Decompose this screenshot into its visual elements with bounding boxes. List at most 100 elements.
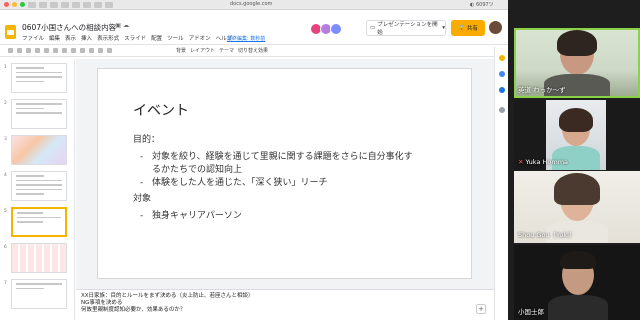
account-avatar[interactable]: [489, 21, 502, 34]
participant-body: [548, 295, 608, 320]
menu-tools[interactable]: ツール: [167, 34, 184, 42]
browser-tab[interactable]: [94, 1, 102, 8]
menu-slide[interactable]: スライド: [124, 34, 146, 42]
present-label: プレゼンテーションを開始: [377, 22, 438, 36]
menu-view[interactable]: 表示: [65, 34, 76, 42]
browser-tab[interactable]: [105, 1, 113, 8]
browser-tab[interactable]: [72, 1, 80, 8]
slide-thumbnail[interactable]: 7: [0, 279, 75, 309]
menu-file[interactable]: ファイル: [22, 34, 44, 42]
participant-name: Yuka Homma: [525, 158, 569, 166]
zoom-icon[interactable]: [53, 48, 58, 53]
redo-icon[interactable]: [26, 48, 31, 53]
menu-format[interactable]: 表示形式: [97, 34, 119, 42]
browser-tab[interactable]: [28, 1, 36, 8]
menu-insert[interactable]: 挿入: [81, 34, 92, 42]
goal-label: 目的：: [133, 135, 161, 145]
toolbar-theme[interactable]: テーマ: [219, 47, 234, 54]
menu-addons[interactable]: アドオン: [189, 34, 211, 42]
slides-logo-icon[interactable]: [5, 25, 16, 39]
thumbnail-preview: [11, 99, 67, 129]
textbox-icon[interactable]: [71, 48, 76, 53]
document-title[interactable]: 0607小国さんへの相談内容: [22, 22, 116, 33]
tasks-icon[interactable]: [499, 71, 505, 77]
paint-format-icon[interactable]: [44, 48, 49, 53]
share-button[interactable]: 🔒 共有: [451, 20, 485, 36]
bullet-item: - 体験をした人を通じた、「深く狭い」リーチ: [140, 177, 453, 190]
bullet-line: るかたちでの認知向上: [152, 165, 243, 175]
undo-icon[interactable]: [17, 48, 22, 53]
toolbar-transition[interactable]: 切り替え効果: [238, 47, 268, 54]
add-slide-icon[interactable]: [8, 48, 13, 53]
browser-tab[interactable]: [61, 1, 69, 8]
slide-thumbnail[interactable]: 3: [0, 135, 75, 165]
slide-thumbnail-active[interactable]: 5: [0, 207, 75, 237]
cloud-status-icon[interactable]: ☁: [123, 22, 131, 29]
video-tile[interactable]: ✕ Yuka Homma: [514, 100, 640, 170]
comment-icon[interactable]: [107, 48, 112, 53]
browser-tab[interactable]: [39, 1, 47, 8]
image-icon[interactable]: [80, 48, 85, 53]
slide-number: 7: [4, 281, 7, 286]
address-bar[interactable]: docs.google.com: [230, 1, 272, 7]
close-window-button[interactable]: [4, 2, 9, 7]
slide-canvas: イベント 目的： - 対象を絞り、経験を通じて里親に関する課題をさらに自分事化す…: [76, 59, 494, 289]
bullet-text: 対象を絞り、経験を通じて里親に関する課題をさらに自分事化す るかたちでの認知向上: [152, 151, 413, 177]
bullet-marker: -: [140, 211, 144, 221]
add-icon[interactable]: [499, 107, 505, 113]
participant-hair: [554, 173, 600, 205]
last-edit-link[interactable]: 最終編集: 数秒前: [227, 35, 265, 42]
bullet-marker: -: [140, 152, 144, 162]
notes-line: XX日家族：目的とルールをまず決める（炎上防止、若座さんと相談）: [81, 293, 254, 299]
thumbnail-preview: [11, 171, 67, 201]
lock-icon: 🔒: [458, 25, 465, 31]
share-label: 共有: [466, 26, 478, 32]
shape-icon[interactable]: [89, 48, 94, 53]
keep-icon[interactable]: [499, 55, 505, 61]
current-slide[interactable]: イベント 目的： - 対象を絞り、経験を通じて里親に関する課題をさらに自分事化す…: [97, 68, 472, 279]
browser-tab[interactable]: [50, 1, 58, 8]
menu-arrange[interactable]: 配置: [151, 34, 162, 42]
avatar[interactable]: [330, 23, 342, 35]
print-icon[interactable]: [35, 48, 40, 53]
chevron-down-icon[interactable]: ▾: [442, 25, 445, 31]
slide-thumbnail[interactable]: 6: [0, 243, 75, 273]
toolbar-background[interactable]: 背景: [176, 47, 186, 54]
thumbnail-preview: [11, 207, 67, 237]
slide-thumbnail[interactable]: 1: [0, 63, 75, 93]
thumbnail-preview: [11, 63, 67, 93]
tab-indicator[interactable]: ◐ 6097ツ: [470, 1, 494, 8]
participant-name-row: ✕ Yuka Homma: [518, 158, 568, 166]
slide-body[interactable]: 目的： - 対象を絞り、経験を通じて里親に関する課題をさらに自分事化す るかたち…: [133, 134, 453, 223]
menu-edit[interactable]: 編集: [49, 34, 60, 42]
video-tile[interactable]: Shou Gou（Yuki）: [514, 171, 640, 243]
bullet-text: 体験をした人を通じた、「深く狭い」リーチ: [152, 178, 328, 188]
minimize-window-button[interactable]: [12, 2, 17, 7]
notes-line: NG事項を決める: [81, 300, 123, 306]
participant-name: Shou Gou（Yuki）: [518, 231, 576, 239]
slide-thumbnail[interactable]: 2: [0, 99, 75, 129]
present-button[interactable]: ▭ プレゼンテーションを開始 ▾: [366, 20, 446, 36]
calendar-icon[interactable]: [499, 87, 505, 93]
slide-number: 1: [4, 65, 7, 70]
slide-title[interactable]: イベント: [133, 100, 189, 120]
browser-tab[interactable]: [83, 1, 91, 8]
move-folder-icon[interactable]: ▣: [115, 22, 123, 29]
cursor-icon[interactable]: [62, 48, 67, 53]
video-tile[interactable]: 小国士郎: [514, 245, 640, 320]
collaborator-avatars: [310, 23, 342, 35]
toolbar: 背景 レイアウト テーマ 切り替え効果: [0, 45, 508, 57]
toolbar-layout[interactable]: レイアウト: [190, 47, 215, 54]
video-tile[interactable]: 英道 わっか〜ず: [514, 28, 640, 98]
thumbnail-preview: [11, 279, 67, 309]
browser-tab-strip: docs.google.com ◐ 6097ツ: [0, 0, 508, 10]
speaker-notes[interactable]: XX日家族：目的とルールをまず決める（炎上防止、若座さんと相談） NG事項を決め…: [76, 289, 494, 320]
add-icon[interactable]: +: [476, 304, 486, 314]
slides-header: 0607小国さんへの相談内容 ☆▣☁ ファイル 編集 表示 挿入 表示形式 スラ…: [0, 10, 508, 45]
maximize-window-button[interactable]: [20, 2, 25, 7]
slide-thumbnail[interactable]: 4: [0, 171, 75, 201]
menu-bar: ファイル 編集 表示 挿入 表示形式 スライド 配置 ツール アドオン ヘルプ: [22, 34, 232, 42]
participant-hair: [560, 251, 596, 269]
line-icon[interactable]: [98, 48, 103, 53]
bullet-item: - 独身キャリアパーソン: [140, 210, 453, 223]
